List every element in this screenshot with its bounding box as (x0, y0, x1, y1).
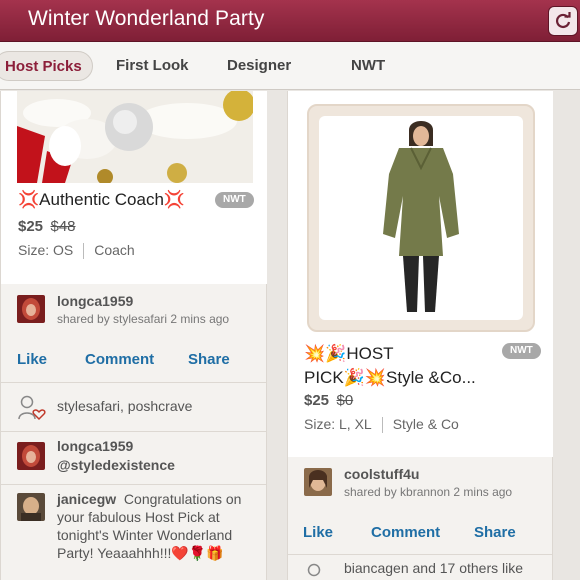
comment-item: longca1959 @styledexistence (1, 432, 266, 484)
size-brand-row: Size: OS Coach (18, 242, 135, 260)
comment-text[interactable]: @styledexistence (57, 457, 175, 473)
tab-nwt[interactable]: NWT (351, 51, 385, 81)
action-bar: Like Comment Share (288, 514, 552, 554)
likes-text[interactable]: stylesafari, poshcrave (57, 398, 192, 414)
product-image[interactable] (319, 116, 523, 320)
title-bar: Winter Wonderland Party (0, 0, 580, 42)
separator (381, 417, 383, 434)
comment-button[interactable]: Comment (85, 351, 154, 368)
tab-host-picks[interactable]: Host Picks (0, 51, 93, 81)
tab-bar: Host Picks First Look Designer NWT (0, 42, 580, 90)
listing-title[interactable]: 💢Authentic Coach💢 (18, 190, 218, 210)
nwt-badge: NWT (215, 192, 254, 208)
listing-size: Size: L, XL (304, 416, 372, 432)
size-brand-row: Size: L, XL Style & Co (304, 416, 459, 434)
listing-brand[interactable]: Style & Co (393, 416, 459, 432)
listing-title-line1: 💥🎉HOST (304, 344, 394, 363)
poster-row: longca1959 shared by stylesafari 2 mins … (1, 285, 266, 341)
comment-username[interactable]: janicegw (57, 491, 116, 507)
nwt-badge: NWT (502, 343, 541, 359)
poster-row: coolstuff4u shared by kbrannon 2 mins ag… (288, 458, 552, 514)
avatar[interactable] (304, 468, 332, 496)
tab-designer[interactable]: Designer (227, 51, 291, 81)
likes-row: biancagen and 17 others like (288, 555, 552, 580)
share-button[interactable]: Share (188, 351, 230, 368)
like-heart-person-icon (307, 563, 321, 577)
price-row: $25 $48 (18, 218, 76, 236)
poster-username[interactable]: coolstuff4u (344, 466, 419, 482)
listing-card-left: 💢Authentic Coach💢 NWT $25 $48 Size: OS Co… (0, 91, 267, 580)
likes-text[interactable]: biancagen and 17 others like (344, 560, 523, 576)
separator (83, 243, 85, 260)
original-price: $0 (336, 392, 354, 409)
shared-by-text: shared by stylesafari 2 mins ago (57, 312, 230, 326)
product-image[interactable] (17, 91, 253, 183)
likes-row: stylesafari, poshcrave (1, 383, 266, 431)
avatar[interactable] (17, 493, 45, 521)
app-title: Winter Wonderland Party (28, 7, 265, 30)
original-price: $48 (50, 218, 76, 235)
listing-size: Size: OS (18, 242, 74, 258)
comment-body: janicegw Congratulations on your fabulou… (57, 490, 257, 562)
listing-brand[interactable]: Coach (94, 242, 134, 258)
listing-price: $25 (18, 218, 44, 235)
listing-card-right: 💥🎉HOST PICK🎉💥Style &Co... NWT $25 $0 Siz… (287, 91, 553, 580)
avatar[interactable] (17, 442, 45, 470)
like-button[interactable]: Like (17, 351, 47, 368)
like-heart-person-icon (18, 395, 46, 421)
listing-title-line2: PICK🎉💥Style &Co... (304, 368, 476, 387)
comment-button[interactable]: Comment (371, 524, 440, 541)
price-row: $25 $0 (304, 392, 353, 410)
comment-username[interactable]: longca1959 (57, 438, 133, 454)
listing-title[interactable]: 💥🎉HOST PICK🎉💥Style &Co... (304, 342, 476, 390)
feed: 💢Authentic Coach💢 NWT $25 $48 Size: OS Co… (0, 91, 580, 580)
comment-item: janicegw Congratulations on your fabulou… (1, 485, 266, 580)
listing-card-body[interactable]: 💢Authentic Coach💢 NWT $25 $48 Size: OS Co… (1, 91, 267, 284)
listing-price: $25 (304, 392, 330, 409)
like-button[interactable]: Like (303, 524, 333, 541)
avatar[interactable] (17, 295, 45, 323)
tab-first-look[interactable]: First Look (116, 51, 189, 81)
share-button[interactable]: Share (474, 524, 516, 541)
refresh-icon (556, 12, 571, 29)
action-bar: Like Comment Share (1, 341, 266, 381)
refresh-button[interactable] (548, 6, 578, 36)
product-image-frame[interactable] (307, 104, 535, 332)
shared-by-text: shared by kbrannon 2 mins ago (344, 485, 513, 499)
listing-card-body[interactable]: 💥🎉HOST PICK🎉💥Style &Co... NWT $25 $0 Siz… (288, 91, 553, 457)
poster-username[interactable]: longca1959 (57, 293, 133, 309)
